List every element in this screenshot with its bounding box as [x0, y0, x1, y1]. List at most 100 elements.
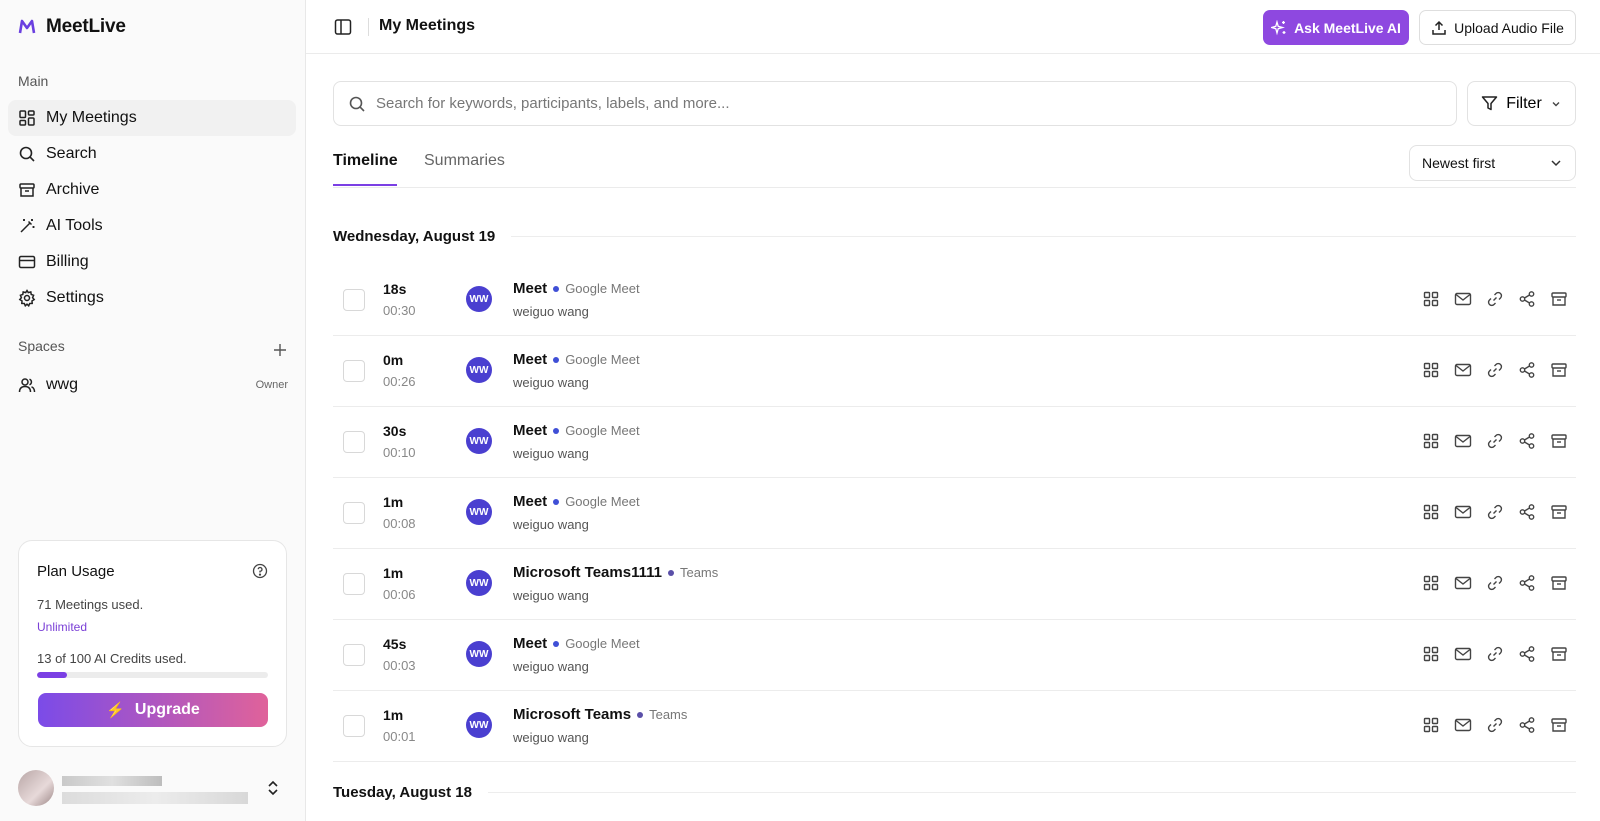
meeting-title[interactable]: Meet	[513, 351, 547, 368]
sidebar-item-search[interactable]: Search	[8, 136, 296, 172]
copy-link-button[interactable]	[1486, 716, 1504, 734]
owner-avatar: WW	[466, 357, 492, 383]
page-title: My Meetings	[379, 17, 476, 34]
meeting-row[interactable]: 1m 00:08 WW Meet Google Meet weiguo wang	[333, 478, 1576, 549]
email-button[interactable]	[1454, 290, 1472, 308]
add-space-plus-icon[interactable]	[272, 342, 288, 358]
sidebar-item-my-meetings[interactable]: My Meetings	[8, 100, 296, 136]
email-button[interactable]	[1454, 432, 1472, 450]
space-item-wwg[interactable]: wwg Owner	[18, 376, 288, 394]
share-button[interactable]	[1518, 716, 1536, 734]
meeting-row[interactable]: 18s 00:30 WW Meet Google Meet weiguo wang	[333, 265, 1576, 336]
meeting-platform: Google Meet	[565, 281, 640, 296]
meeting-row[interactable]: 30s 00:10 WW Meet Google Meet weiguo wang	[333, 407, 1576, 478]
search-icon	[19, 146, 35, 162]
copy-link-button[interactable]	[1486, 290, 1504, 308]
view-grid-button[interactable]	[1422, 361, 1440, 379]
copy-link-button[interactable]	[1486, 574, 1504, 592]
meeting-owner: weiguo wang	[513, 304, 589, 319]
archive-button[interactable]	[1550, 645, 1568, 663]
sort-dropdown[interactable]: Newest first	[1409, 145, 1576, 181]
sidebar: MeetLive Main My Meetings Search Archive…	[0, 0, 306, 821]
meeting-title[interactable]: Meet	[513, 422, 547, 439]
chevron-down-icon	[1551, 160, 1561, 167]
email-button[interactable]	[1454, 361, 1472, 379]
copy-link-button[interactable]	[1486, 432, 1504, 450]
row-checkbox[interactable]	[343, 573, 365, 595]
avatar	[18, 770, 54, 806]
meeting-title[interactable]: Microsoft Teams	[513, 706, 631, 723]
meeting-row[interactable]: 1m 00:01 WW Microsoft Teams Teams weiguo wang	[333, 691, 1576, 762]
sidebar-item-ai-tools[interactable]: AI Tools	[8, 208, 296, 244]
platform-dot	[553, 640, 560, 647]
credits-used-text: 13 of 100 AI Credits used.	[37, 651, 187, 666]
brand[interactable]: MeetLive	[18, 16, 126, 38]
upgrade-button[interactable]: ⚡ Upgrade	[38, 693, 268, 727]
mail-icon	[1454, 363, 1472, 377]
sidebar-toggle-icon[interactable]	[334, 18, 352, 36]
share-button[interactable]	[1518, 361, 1536, 379]
row-checkbox[interactable]	[343, 289, 365, 311]
copy-link-button[interactable]	[1486, 503, 1504, 521]
mail-icon	[1454, 647, 1472, 661]
meeting-time: 00:30	[383, 303, 416, 318]
meeting-row[interactable]: 1m 00:06 WW Microsoft Teams1111 Teams weiguo …	[333, 549, 1576, 620]
meeting-row[interactable]: 0m 00:26 WW Meet Google Meet weiguo wang	[333, 336, 1576, 407]
archive-button[interactable]	[1550, 432, 1568, 450]
meeting-title[interactable]: Meet	[513, 493, 547, 510]
meeting-title[interactable]: Meet	[513, 280, 547, 297]
meeting-row[interactable]: 45s 00:03 WW Meet Google Meet weiguo wang	[333, 620, 1576, 691]
credits-progress-fill	[37, 672, 68, 678]
view-grid-button[interactable]	[1422, 290, 1440, 308]
row-checkbox[interactable]	[343, 644, 365, 666]
app-name: MeetLive	[46, 16, 126, 37]
filter-button[interactable]: Filter	[1467, 81, 1576, 126]
share-button[interactable]	[1518, 645, 1536, 663]
email-button[interactable]	[1454, 645, 1472, 663]
meeting-title[interactable]: Microsoft Teams1111	[513, 564, 662, 581]
row-checkbox[interactable]	[343, 360, 365, 382]
search-input[interactable]	[376, 95, 1426, 112]
archive-button[interactable]	[1550, 503, 1568, 521]
row-checkbox[interactable]	[343, 431, 365, 453]
tab-timeline[interactable]: Timeline	[333, 152, 398, 170]
gear-icon	[18, 289, 36, 307]
view-grid-button[interactable]	[1422, 574, 1440, 592]
archive-button[interactable]	[1550, 361, 1568, 379]
archive-button[interactable]	[1550, 574, 1568, 592]
archive-button[interactable]	[1550, 290, 1568, 308]
tab-summaries[interactable]: Summaries	[424, 152, 505, 170]
row-checkbox[interactable]	[343, 715, 365, 737]
share-button[interactable]	[1518, 503, 1536, 521]
share-button[interactable]	[1518, 290, 1536, 308]
copy-link-button[interactable]	[1486, 361, 1504, 379]
meeting-title[interactable]: Meet	[513, 635, 547, 652]
email-button[interactable]	[1454, 574, 1472, 592]
ask-ai-button[interactable]: Ask MeetLive AI	[1263, 10, 1409, 45]
meeting-owner: weiguo wang	[513, 659, 589, 674]
view-grid-button[interactable]	[1422, 432, 1440, 450]
view-grid-icon	[1423, 291, 1439, 307]
link-icon	[1487, 646, 1503, 662]
share-button[interactable]	[1518, 432, 1536, 450]
archive-button[interactable]	[1550, 716, 1568, 734]
account-switcher[interactable]	[18, 770, 288, 806]
view-grid-button[interactable]	[1422, 503, 1440, 521]
upload-audio-button[interactable]: Upload Audio File	[1419, 10, 1576, 45]
view-grid-icon	[1423, 575, 1439, 591]
help-circle-icon[interactable]	[252, 563, 268, 579]
view-grid-button[interactable]	[1422, 716, 1440, 734]
sidebar-item-billing[interactable]: Billing	[8, 244, 296, 280]
copy-link-button[interactable]	[1486, 645, 1504, 663]
sidebar-item-settings[interactable]: Settings	[8, 280, 296, 316]
sidebar-item-archive[interactable]: Archive	[8, 172, 296, 208]
sparkles-icon	[1271, 19, 1286, 35]
platform-dot	[553, 498, 560, 505]
share-button[interactable]	[1518, 574, 1536, 592]
row-checkbox[interactable]	[343, 502, 365, 524]
email-button[interactable]	[1454, 503, 1472, 521]
view-grid-button[interactable]	[1422, 645, 1440, 663]
sort-value: Newest first	[1422, 155, 1496, 171]
archive-icon	[1551, 718, 1567, 732]
email-button[interactable]	[1454, 716, 1472, 734]
